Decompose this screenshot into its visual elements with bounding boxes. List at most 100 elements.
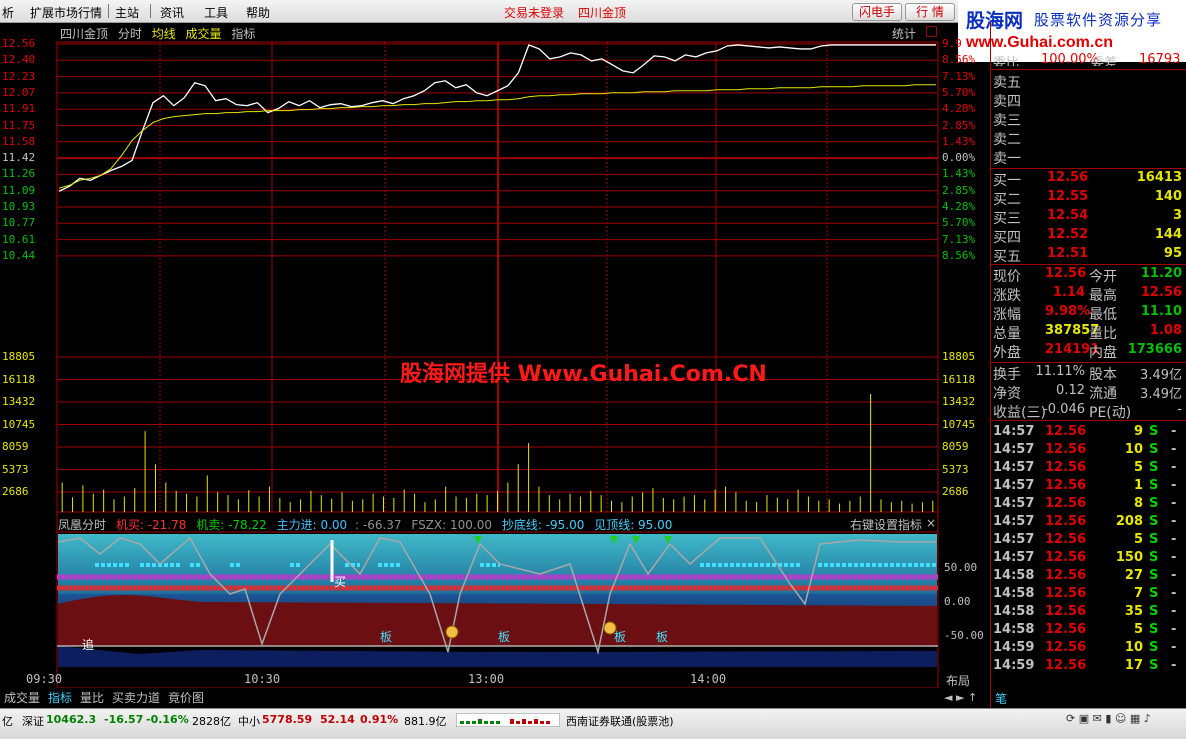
stat-label: 股本 [1089, 367, 1117, 383]
indicator-tick-label: 50.00 [944, 561, 978, 574]
tick-row[interactable]: 14:57 12.56 5 S - [991, 532, 1186, 550]
ask-row[interactable]: 卖五 [991, 72, 1186, 91]
stat-value: 11.20 [1140, 266, 1182, 281]
mail-icon[interactable]: ✉ [1093, 712, 1102, 725]
bid-stats-divider [991, 264, 1186, 265]
indicator-jimai: 机买: -21.78 [115, 518, 187, 532]
ask-label: 卖三 [993, 113, 1021, 129]
ask-row[interactable]: 卖四 [991, 91, 1186, 110]
indicator-title[interactable]: 凤凰分时 [58, 518, 106, 532]
tab-volume-ratio[interactable]: 量比 [80, 690, 104, 706]
tick-row[interactable]: 14:57 12.56 8 S - [991, 496, 1186, 514]
tick-side: S [1149, 586, 1159, 601]
bid-row[interactable]: 买一 12.56 16413 [991, 170, 1186, 189]
menu-item-tools[interactable]: 工具 [204, 4, 228, 21]
board-mark: 板 [614, 630, 627, 644]
stat-label: 量比 [1089, 326, 1117, 342]
sound-icon[interactable]: ♪ [1144, 712, 1151, 725]
tick-row[interactable]: 14:57 12.56 208 S - [991, 514, 1186, 532]
sme-index-label[interactable]: 中小 [238, 713, 260, 729]
ask-row[interactable]: 卖二 [991, 129, 1186, 148]
order-diff-label: 委差 [1091, 56, 1118, 66]
bid-row[interactable]: 买二 12.55 140 [991, 189, 1186, 208]
sme-index-amount: 881.9亿 [404, 715, 447, 728]
order-diff-value: 16793 [1139, 52, 1181, 66]
person-icon[interactable]: ☺ [1115, 712, 1126, 725]
quote-button[interactable]: 行 情 [905, 3, 955, 21]
panel-tab-tick[interactable]: 笔 [995, 690, 1007, 707]
bid-label: 买四 [993, 230, 1021, 246]
menu-item-help[interactable]: 帮助 [246, 4, 270, 21]
broker-connection[interactable]: 西南证券联通(股票池) [566, 713, 674, 729]
menu-item-news[interactable]: 资讯 [160, 4, 184, 21]
tick-row[interactable]: 14:59 12.56 10 S - [991, 640, 1186, 658]
tick-row[interactable]: 14:57 12.56 150 S - [991, 550, 1186, 568]
tick-row[interactable]: 14:58 12.56 27 S - [991, 568, 1186, 586]
time-tick-label: 13:00 [468, 672, 505, 686]
tick-price: 12.56 [1045, 658, 1087, 673]
tick-price: 12.56 [1045, 478, 1087, 493]
tick-time: 14:59 [993, 640, 1035, 655]
tick-dash: - [1171, 478, 1177, 493]
tab-auction-chart[interactable]: 竟价图 [168, 690, 204, 706]
stat-value: 3.49亿 [1140, 368, 1182, 383]
tick-row[interactable]: 14:58 12.56 5 S - [991, 622, 1186, 640]
stats-divider [991, 362, 1186, 363]
tick-dash: - [1171, 424, 1177, 439]
arrow-up-icon[interactable]: ↑ [968, 691, 977, 704]
stat-value: 0.12 [1056, 383, 1085, 398]
bid-volume: 144 [1154, 227, 1182, 242]
tick-row[interactable]: 14:57 12.56 1 S - [991, 478, 1186, 496]
menu-item-extended-market[interactable]: 扩展市场行情 [30, 4, 102, 21]
bid-price: 12.55 [1047, 189, 1089, 204]
refresh-icon[interactable]: ⟳ [1066, 712, 1075, 725]
arrow-right-icon[interactable]: ► [956, 691, 964, 704]
tick-time: 14:57 [993, 496, 1035, 511]
scroll-arrows[interactable]: ◄ ► ↑ [944, 690, 990, 706]
network-icon[interactable]: ▦ [1130, 712, 1140, 725]
indicator-close-icon[interactable]: × [926, 516, 936, 530]
stat-label: 总量 [993, 326, 1021, 342]
tick-row[interactable]: 14:57 12.56 9 S - [991, 424, 1186, 442]
tick-row[interactable]: 14:57 12.56 10 S - [991, 442, 1186, 460]
lock-icon[interactable]: ▣ [1079, 712, 1089, 725]
status-tray-icons[interactable]: ⟳ ▣ ✉ ▮ ☺ ▦ ♪ [1066, 712, 1184, 728]
tick-time: 14:57 [993, 478, 1035, 493]
market-breadth-icon [456, 713, 560, 727]
tick-row[interactable]: 14:59 12.56 17 S - [991, 658, 1186, 676]
ask-row[interactable]: 卖三 [991, 110, 1186, 129]
login-status[interactable]: 交易未登录 [504, 4, 564, 21]
tick-time: 14:57 [993, 532, 1035, 547]
menu-item-analysis[interactable]: 析 [2, 4, 14, 21]
tick-price: 12.56 [1045, 604, 1087, 619]
tick-volume: 1 [1133, 478, 1143, 493]
tick-volume: 7 [1133, 586, 1143, 601]
tab-buy-sell-force[interactable]: 买卖力道 [112, 690, 160, 706]
menu-item-main-station[interactable]: 主站 [115, 4, 139, 21]
bid-row[interactable]: 买四 12.52 144 [991, 227, 1186, 246]
signal-icon[interactable]: ▮ [1105, 712, 1111, 725]
intraday-chart[interactable] [0, 22, 990, 688]
bid-row[interactable]: 买三 12.54 3 [991, 208, 1186, 227]
stat-label: 涨幅 [993, 307, 1021, 323]
tab-volume[interactable]: 成交量 [4, 690, 40, 706]
bid-label: 买一 [993, 173, 1021, 189]
indicator-header: 凤凰分时 机买: -21.78 机卖: -78.22 主力进: 0.00 : -… [58, 516, 672, 532]
tick-row[interactable]: 14:58 12.56 7 S - [991, 586, 1186, 604]
indicator-settings-button[interactable]: 右键设置指标 [850, 516, 922, 533]
arrow-left-icon[interactable]: ◄ [944, 691, 952, 704]
ask-row[interactable]: 卖一 [991, 148, 1186, 167]
indicator-tick-label: -50.00 [944, 629, 984, 642]
stat-value: -0.046 [1043, 402, 1085, 417]
flash-trade-button[interactable]: 闪电手 [852, 3, 902, 21]
tab-indicator[interactable]: 指标 [48, 690, 72, 706]
bid-volume: 3 [1172, 208, 1182, 223]
tick-time: 14:58 [993, 604, 1035, 619]
bid-row[interactable]: 买五 12.51 95 [991, 246, 1186, 265]
tick-row[interactable]: 14:57 12.56 5 S - [991, 460, 1186, 478]
layout-button[interactable]: 布局 [946, 672, 970, 689]
tick-row[interactable]: 14:58 12.56 35 S - [991, 604, 1186, 622]
menu-separator [150, 4, 151, 18]
tick-side: S [1149, 568, 1159, 583]
sz-index-label[interactable]: 深证 [22, 713, 44, 729]
